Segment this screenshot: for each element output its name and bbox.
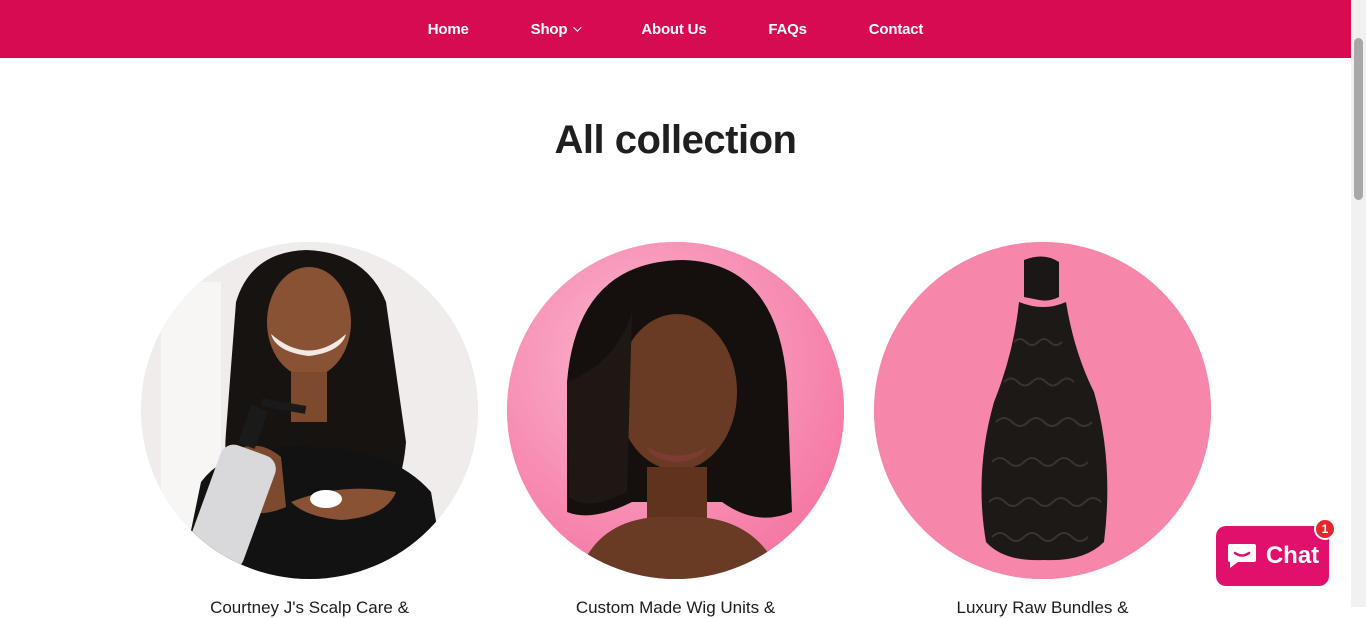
nav-faqs[interactable]: FAQs <box>768 20 807 38</box>
collection-card-wig-units[interactable]: Custom Made Wig Units & <box>507 242 844 617</box>
collection-title-wig-units[interactable]: Custom Made Wig Units & <box>507 598 844 618</box>
chevron-down-icon <box>573 23 583 32</box>
chat-notification-badge: 1 <box>1314 518 1336 540</box>
chat-label: Chat <box>1265 542 1320 569</box>
scrollbar-thumb[interactable] <box>1354 38 1363 200</box>
collection-card-scalp-care[interactable]: Courtney J's Scalp Care & <box>141 242 478 617</box>
top-navigation: Home Shop About Us FAQs Contact <box>0 0 1351 58</box>
nav-shop-label: Shop <box>530 20 568 38</box>
chat-bubble-icon <box>1227 544 1256 568</box>
chat-button[interactable]: Chat 1 <box>1216 518 1336 586</box>
page-title: All collection <box>554 118 797 162</box>
collection-image-raw-bundles[interactable] <box>874 242 1211 579</box>
nav-home[interactable]: Home <box>428 21 469 38</box>
nav-shop[interactable]: Shop <box>530 20 583 38</box>
nav-home-label: Home <box>427 20 469 38</box>
nav-contact[interactable]: Contact <box>868 20 924 38</box>
nav-about-label: About Us <box>641 20 707 38</box>
nav-about-us[interactable]: About Us <box>641 21 706 38</box>
collection-title-scalp-care[interactable]: Courtney J's Scalp Care & <box>141 598 478 618</box>
collection-title-raw-bundles[interactable]: Luxury Raw Bundles & <box>874 598 1211 618</box>
collection-card-raw-bundles[interactable]: Luxury Raw Bundles & <box>874 242 1211 617</box>
collection-image-wig-units[interactable] <box>507 242 844 579</box>
nav-contact-label: Contact <box>868 20 924 38</box>
page-scrollbar[interactable] <box>1351 0 1366 607</box>
nav-faqs-label: FAQs <box>768 20 807 38</box>
collection-image-scalp-care[interactable] <box>141 242 478 579</box>
